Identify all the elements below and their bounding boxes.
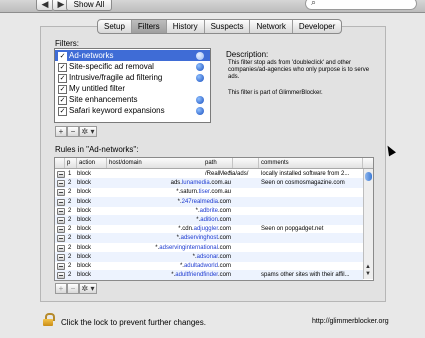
rules-label: Rules in "Ad-networks":: [55, 145, 139, 154]
row-remove-icon[interactable]: [57, 217, 65, 224]
filters-label: Filters:: [55, 39, 79, 48]
row-remove-icon[interactable]: [57, 244, 65, 252]
lock-icon[interactable]: [42, 313, 55, 326]
row-remove-icon[interactable]: [57, 263, 65, 270]
filter-list[interactable]: ✓ Ad-networks ✓ Site-specific ad removal ✓ In…: [54, 48, 211, 123]
filter-item[interactable]: ✓ Site-specific ad removal: [55, 61, 210, 72]
rule-action-menu[interactable]: ✲ ▾: [79, 283, 97, 294]
description-note: This filter is part of GlimmerBlocker.: [228, 90, 323, 96]
tab-history[interactable]: History: [167, 20, 205, 33]
remove-rule-button[interactable]: −: [67, 283, 79, 294]
row-remove-icon[interactable]: [57, 226, 65, 234]
row-remove-icon[interactable]: [57, 207, 65, 215]
rule-priority: 2: [68, 272, 72, 279]
tab-bar: Setup Filters History Suspects Network Develo…: [97, 19, 343, 34]
tab-setup[interactable]: Setup: [98, 20, 132, 33]
host-prefix: *.cdn.: [178, 226, 194, 233]
filter-checkbox[interactable]: ✓: [58, 63, 67, 72]
row-remove-icon[interactable]: [57, 272, 65, 280]
rules-table[interactable]: p action host/domain path comments 1 block */R…: [54, 157, 374, 281]
filter-checkbox[interactable]: ✓: [58, 107, 67, 116]
search-icon: ⌕: [311, 0, 317, 7]
row-remove-icon[interactable]: [57, 180, 65, 188]
filter-action-menu[interactable]: ✲ ▾: [79, 126, 97, 137]
tab-filters[interactable]: Filters: [131, 20, 167, 33]
scroll-thumb[interactable]: [365, 172, 372, 181]
scroll-up-icon[interactable]: ▲: [365, 264, 371, 270]
description-body: This filter stop ads from 'doubleclick' …: [228, 60, 370, 80]
filter-item-label: Site enhancements: [69, 95, 138, 104]
filter-item[interactable]: ✓ Intrusive/fragile ad filtering: [55, 72, 210, 83]
column-header-action[interactable]: action: [77, 158, 107, 168]
table-row[interactable]: 2 block *.adultfriendfinder.com spams other…: [55, 270, 363, 280]
filter-item-label: Ad-networks: [69, 51, 114, 60]
scroll-down-icon[interactable]: ▼: [365, 271, 371, 277]
host-prefix: *.saturn.: [176, 189, 199, 196]
rules-scrollbar[interactable]: ▲ ▼: [363, 169, 373, 279]
row-remove-icon[interactable]: [57, 198, 65, 206]
tab-network[interactable]: Network: [250, 20, 293, 33]
row-remove-icon[interactable]: [57, 189, 65, 197]
filter-item-label: Site-specific ad removal: [69, 62, 154, 71]
globe-icon: [196, 52, 204, 60]
filter-item[interactable]: ✓ Ad-networks: [55, 50, 210, 61]
rule-comment: spams other sites with their affil...: [261, 272, 350, 279]
filter-item[interactable]: ✓ Site enhancements: [55, 94, 210, 105]
rules-table-header: p action host/domain path comments: [55, 158, 373, 169]
row-remove-icon[interactable]: [57, 171, 65, 178]
column-header-comments[interactable]: comments: [259, 158, 363, 168]
filter-item-label: My untitled filter: [69, 84, 126, 93]
add-rule-button[interactable]: +: [55, 283, 67, 294]
filter-item-label: Intrusive/fragile ad filtering: [69, 73, 163, 82]
remove-filter-button[interactable]: −: [67, 126, 79, 137]
show-all-button[interactable]: Show All: [66, 0, 112, 11]
tab-developer[interactable]: Developer: [293, 20, 341, 33]
globe-icon: [196, 96, 204, 104]
row-remove-icon[interactable]: [57, 253, 65, 261]
rule-action: block: [77, 272, 92, 279]
column-header-path[interactable]: path: [203, 158, 259, 168]
column-header-p[interactable]: p: [65, 158, 77, 168]
host-prefix: ads.: [170, 180, 182, 187]
add-filter-button[interactable]: +: [55, 126, 67, 137]
filter-checkbox[interactable]: ✓: [58, 85, 67, 94]
rule-path: [205, 270, 259, 280]
filter-item[interactable]: ✓ My untitled filter: [55, 83, 210, 94]
search-field[interactable]: ⌕: [305, 0, 417, 10]
glimmerblocker-url[interactable]: http://glimmerblocker.org: [312, 318, 389, 325]
filter-checkbox[interactable]: ✓: [58, 96, 67, 105]
column-header-button[interactable]: [55, 158, 65, 168]
filter-checkbox[interactable]: ✓: [58, 52, 67, 61]
description-title: Description:: [226, 50, 269, 59]
lock-hint-text: Click the lock to prevent further change…: [61, 318, 206, 327]
filter-item-label: Safari keyword expansions: [69, 106, 165, 115]
filter-item[interactable]: ✓ Safari keyword expansions: [55, 105, 210, 116]
globe-icon: [196, 63, 204, 71]
globe-icon: [196, 107, 204, 115]
tab-suspects[interactable]: Suspects: [205, 20, 251, 33]
filter-checkbox[interactable]: ✓: [58, 74, 67, 83]
globe-icon: [196, 74, 204, 82]
row-remove-icon[interactable]: [57, 235, 65, 243]
